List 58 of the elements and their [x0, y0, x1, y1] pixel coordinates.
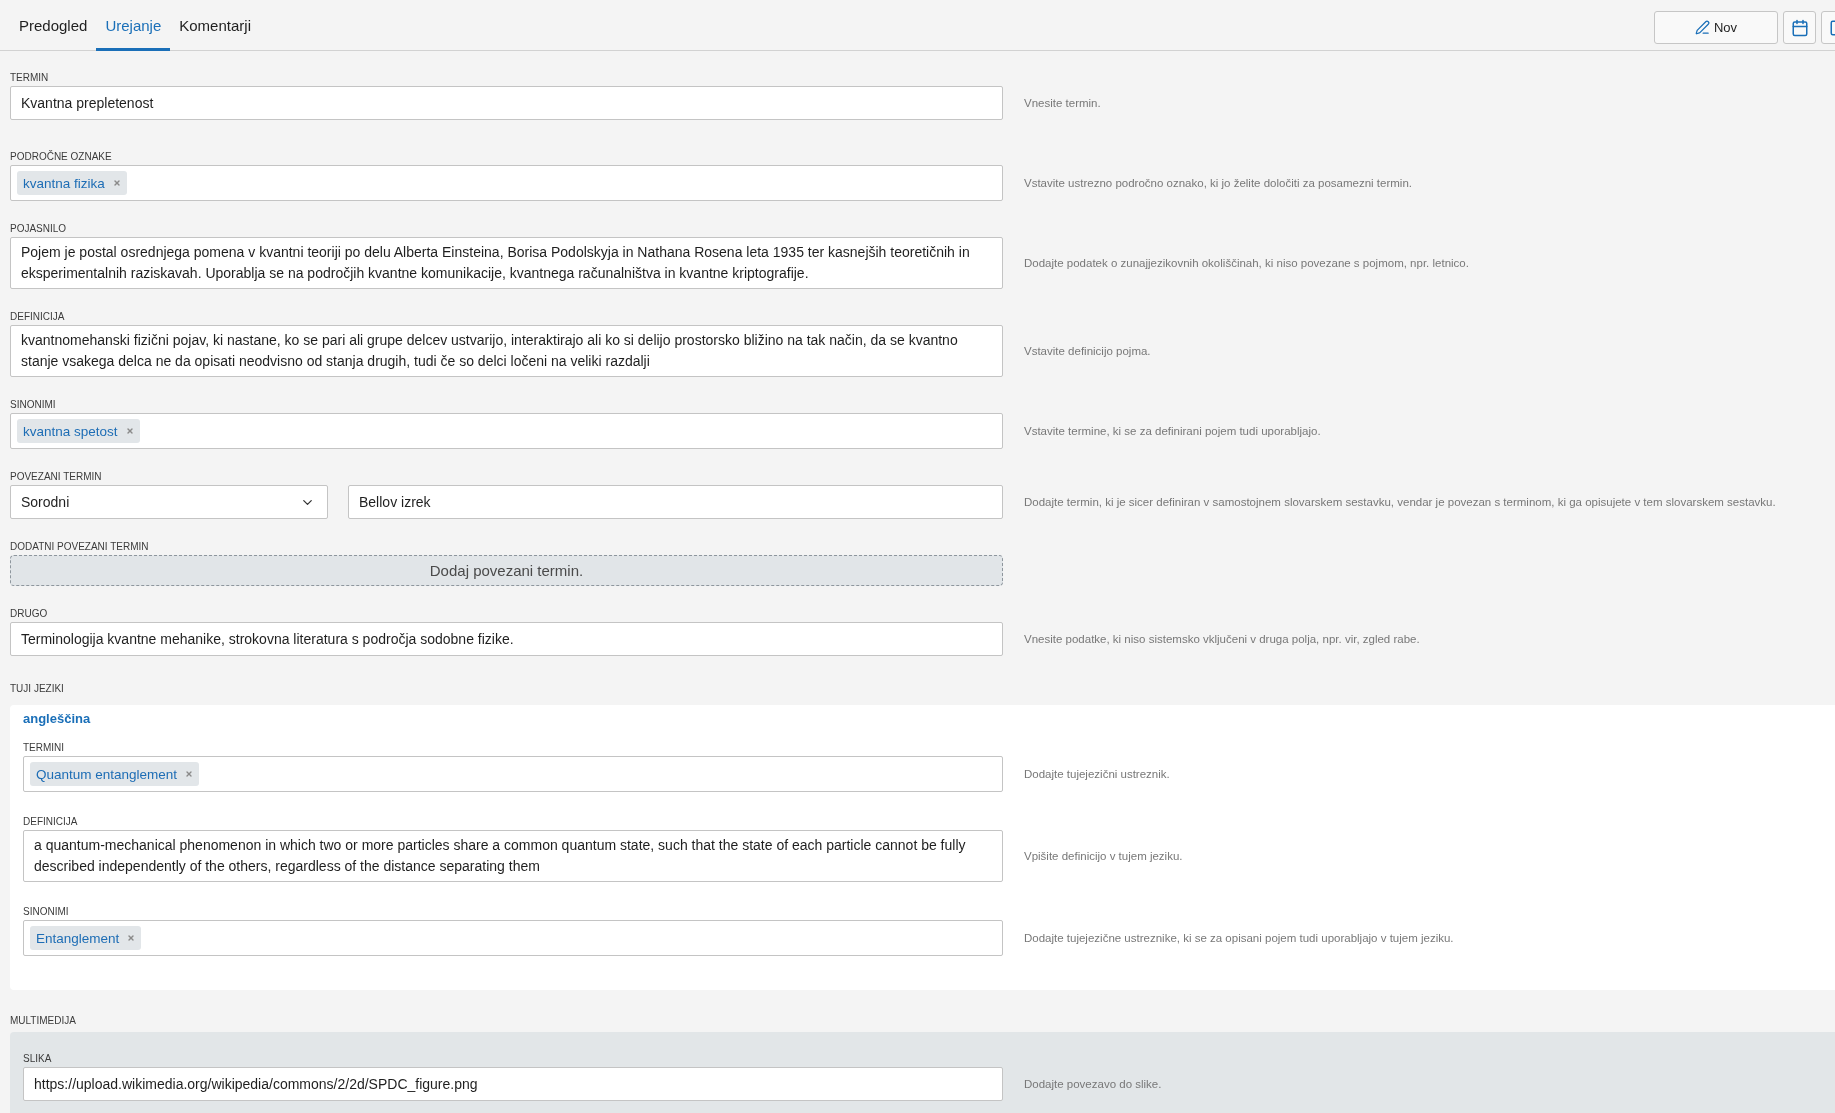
- field-hint: Dodajte povezavo do slike.: [1024, 1078, 1162, 1090]
- text-area-field[interactable]: a quantum-mechanical phenomenon in which two or more particles share a common quantum state, such that the state of each particle cannot be fully described independently of the others, regardless of the distance separating them: [23, 830, 1003, 882]
- field-hint: Vnesite termin.: [1024, 97, 1101, 109]
- field-label: DODATNI POVEZANI TERMIN: [10, 541, 149, 553]
- field-hint: Dodajte tujejezične ustreznike, ki se za opisani pojem tudi uporabljajo v tujem jeziku.: [1024, 932, 1454, 944]
- field-hint: Dodajte termin, ki je sicer definiran v samostojnem slovarskem sestavku, vendar je povezan s terminom, ki ga opisujete v tem slovarskem sestavku.: [1024, 496, 1776, 508]
- field-label: SLIKA: [23, 1053, 52, 1065]
- tab[interactable]: Komentarji: [170, 0, 260, 51]
- field-hint: Dodajte podatek o zunajjezikovnih okoliščinah, ki niso povezane s pojmom, npr. letnico.: [1024, 257, 1469, 269]
- tag-text: kvantna spetost: [23, 423, 118, 439]
- tag-input-field[interactable]: kvantna fizika: [10, 165, 1003, 201]
- field-label: SINONIMI: [23, 906, 69, 918]
- field-hint: Vnesite podatke, ki niso sistemsko vključeni v druga polja, npr. vir, zgled rabe.: [1024, 633, 1420, 645]
- field-label: TERMIN: [10, 72, 49, 84]
- field-hint: Dodajte tujejezični ustreznik.: [1024, 768, 1170, 780]
- relation-select[interactable]: Sorodni: [10, 485, 328, 519]
- remove-tag-button[interactable]: [185, 770, 194, 778]
- field-label: PODROČNE OZNAKE: [10, 151, 112, 163]
- tab[interactable]: Urejanje: [96, 0, 171, 51]
- field-label: DEFINICIJA: [10, 311, 65, 323]
- remove-tag-button[interactable]: [125, 427, 134, 435]
- calendar-icon: [1790, 18, 1809, 37]
- close-icon: [125, 427, 134, 435]
- field-hint: Vstavite termine, ki se za definirani pojem tudi uporabljajo.: [1024, 425, 1321, 437]
- field-hint: Vstavite ustrezno področno oznako, ki jo želite določiti za posamezni termin.: [1024, 177, 1412, 189]
- tab[interactable]: Predogled: [10, 0, 97, 51]
- related-term-input-field[interactable]: Bellov izrek: [348, 485, 1003, 519]
- section-label: MULTIMEDIJA: [10, 1015, 76, 1027]
- text-area-field[interactable]: kvantnomehanski fizični pojav, ki nastane, ko se pari ali grupe delcev ustvarijo, interaktirajo ali ko si delijo prostorsko bližino na tak način, da se kvantno stanje vsakega delca ne da opisati neodvisno od stanja drugih, tudi če so delci ločeni na veliki razdalji: [10, 325, 1003, 377]
- pencil-icon: [1694, 20, 1710, 35]
- tag-text: Entanglement: [36, 930, 120, 946]
- tag-input-field[interactable]: Quantum entanglement: [23, 756, 1003, 792]
- text-input-field[interactable]: Kvantna prepletenost: [10, 86, 1003, 120]
- field-label: DRUGO: [10, 608, 48, 620]
- field-label: DEFINICIJA: [23, 816, 78, 828]
- tag-text: Quantum entanglement: [36, 766, 178, 782]
- add-related-term-button[interactable]: Dodaj povezani termin.: [10, 555, 1003, 586]
- tag-input-field[interactable]: kvantna spetost: [10, 413, 1003, 449]
- field-label: POVEZANI TERMIN: [10, 471, 102, 483]
- field-hint: Vpišite definicijo v tujem jeziku.: [1024, 850, 1183, 862]
- remove-tag-button[interactable]: [127, 934, 136, 942]
- text-input-field[interactable]: https://upload.wikimedia.org/wikipedia/commons/2/2d/SPDC_figure.png: [23, 1067, 1003, 1101]
- language-name: angleščina: [23, 710, 91, 728]
- section-label: TUJI JEZIKI: [10, 683, 64, 695]
- text-input-field[interactable]: Terminologija kvantne mehanike, strokovna literatura s področja sodobne fizike.: [10, 622, 1003, 656]
- close-icon: [185, 770, 194, 778]
- field-label: TERMINI: [23, 742, 65, 754]
- tag-input-field[interactable]: Entanglement: [23, 920, 1003, 956]
- tag-text: kvantna fizika: [23, 175, 105, 191]
- field-label: POJASNILO: [10, 223, 67, 235]
- new-button[interactable]: Nov: [1654, 11, 1778, 44]
- close-icon: [112, 179, 121, 187]
- remove-tag-button[interactable]: [112, 179, 121, 187]
- close-icon: [127, 934, 136, 942]
- calendar-button[interactable]: [1783, 11, 1816, 44]
- text-area-field[interactable]: Pojem je postal osrednjega pomena v kvantni teoriji po delu Alberta Einsteina, Borisa Podolskyja in Nathana Rosena leta 1935 ter kasnejših teoretičnih in eksperimentalnih raziskavah. Uporablja se na področjih kvantne komunikacije, kvantnega računalništva in kvantne kriptografije.: [10, 237, 1003, 289]
- field-label: SINONIMI: [10, 399, 56, 411]
- field-hint: Vstavite definicijo pojma.: [1024, 345, 1151, 357]
